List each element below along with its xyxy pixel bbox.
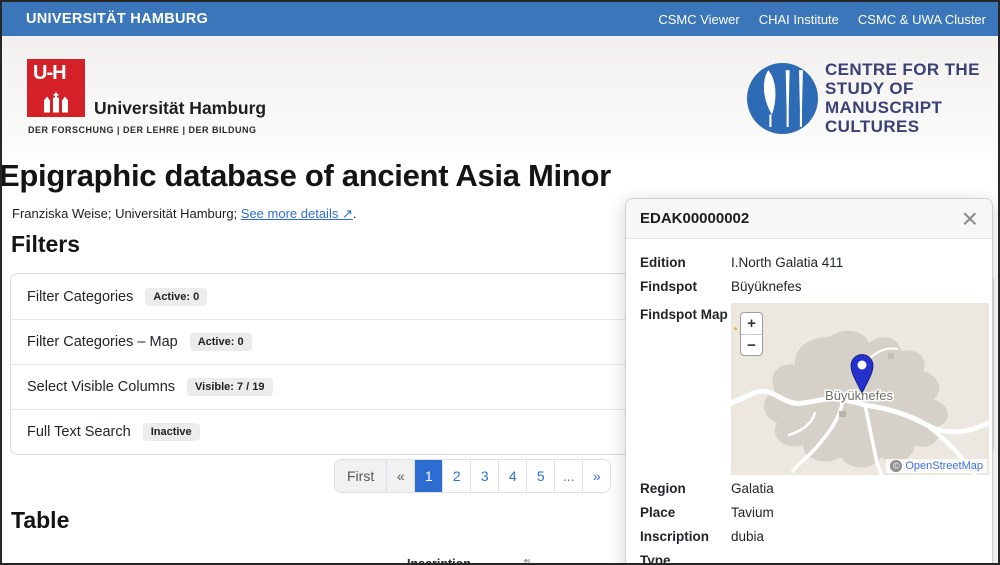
- csmc-line: CENTRE FOR THE: [825, 60, 980, 79]
- findspot-map[interactable]: Büyüknefes + − © OpenStreetMap: [731, 303, 989, 475]
- university-brand: UNIVERSITÄT HAMBURG: [26, 11, 209, 27]
- page-2-button[interactable]: 2: [442, 460, 471, 492]
- byline-text: Franziska Weise; Universität Hamburg;: [12, 206, 241, 221]
- page-prev-button[interactable]: «: [386, 460, 415, 492]
- field-findspot: Findspot Büyüknefes: [640, 275, 987, 299]
- field-label: Inscription Type: [640, 529, 710, 565]
- active-count-badge: Active: 0: [145, 287, 208, 306]
- pagination: First « 1 2 3 4 5 ... »: [334, 459, 612, 493]
- record-detail-panel: EDAK00000002 × Edition I.North Galatia 4…: [625, 198, 993, 565]
- field-label: Findspot Map: [640, 307, 728, 322]
- uhh-logo: U-H: [27, 59, 85, 117]
- see-more-details-link[interactable]: See more details ↗: [241, 206, 353, 221]
- uhh-monogram: U-H: [33, 62, 67, 84]
- csmc-line: CULTURES: [825, 117, 920, 136]
- panel-body: Edition I.North Galatia 411 Findspot Büy…: [626, 239, 992, 565]
- inactive-badge: Inactive: [142, 423, 200, 441]
- page-ellipsis: ...: [554, 460, 583, 492]
- nav-link-csmc-viewer[interactable]: CSMC Viewer: [658, 12, 739, 27]
- nav-link-chai-institute[interactable]: CHAI Institute: [759, 12, 839, 27]
- field-label: Place: [640, 505, 676, 520]
- filters-heading: Filters: [11, 231, 81, 257]
- accordion-label: Filter Categories – Map: [27, 334, 178, 350]
- nav-link-csmc-uwa-cluster[interactable]: CSMC & UWA Cluster: [858, 12, 986, 27]
- field-value: I.North Galatia 411: [731, 255, 844, 270]
- field-inscription-type: Inscription Type dubia: [640, 525, 987, 565]
- screenshot-frame: UNIVERSITÄT HAMBURG CSMC Viewer CHAI Ins…: [0, 0, 1000, 565]
- field-findspot-map: Findspot Map Büyüknefes + − © OpenStreet…: [640, 303, 989, 475]
- quill-pens-icon: [763, 70, 803, 127]
- field-value: Büyüknefes: [731, 279, 802, 294]
- csmc-wordmark: CENTRE FOR THE STUDY OF MANUSCRIPT CULTU…: [825, 60, 980, 136]
- logo-band: U-H Universität Hamburg DER FORSCHUNG | …: [2, 36, 998, 160]
- accordion-label: Full Text Search: [27, 424, 131, 440]
- page-next-button[interactable]: »: [582, 460, 611, 492]
- copyright-icon: ©: [890, 460, 903, 472]
- openstreetmap-link[interactable]: OpenStreetMap: [905, 460, 983, 472]
- hamburg-castle-icon: [44, 92, 68, 113]
- field-value: Galatia: [731, 481, 774, 496]
- byline: Franziska Weise; Universität Hamburg; Se…: [12, 206, 356, 222]
- field-label: Edition: [640, 255, 686, 270]
- column-header-inscription[interactable]: Inscription: [407, 557, 471, 563]
- csmc-logo: [747, 63, 818, 134]
- field-value: Tavium: [731, 505, 774, 520]
- accordion-label: Select Visible Columns: [27, 379, 176, 395]
- page-1-button[interactable]: 1: [414, 460, 443, 492]
- map-attribution: © OpenStreetMap: [886, 459, 987, 473]
- active-count-badge: Active: 0: [189, 333, 252, 351]
- field-label: Findspot: [640, 279, 697, 294]
- byline-period: .: [352, 206, 357, 221]
- page-first-button[interactable]: First: [335, 460, 387, 492]
- visible-count-badge: Visible: 7 / 19: [187, 378, 273, 396]
- map-zoom-control: + −: [740, 312, 763, 356]
- close-icon[interactable]: ×: [962, 204, 978, 232]
- field-value: dubia: [731, 529, 765, 544]
- page-3-button[interactable]: 3: [470, 460, 499, 492]
- field-edition: Edition I.North Galatia 411: [640, 251, 987, 275]
- field-place: Place Tavium: [640, 501, 987, 525]
- field-region: Region Galatia: [640, 477, 987, 501]
- uhh-name: Universität Hamburg: [94, 98, 267, 118]
- accordion-label: Filter Categories: [27, 288, 134, 305]
- field-label: Region: [640, 481, 686, 496]
- top-navbar: UNIVERSITÄT HAMBURG CSMC Viewer CHAI Ins…: [2, 2, 998, 36]
- uhh-tagline: DER FORSCHUNG | DER LEHRE | DER BILDUNG: [28, 125, 257, 135]
- record-id: EDAK00000002: [640, 210, 750, 227]
- csmc-line: STUDY OF: [825, 79, 914, 98]
- zoom-in-button[interactable]: +: [741, 313, 762, 334]
- map-tiles: Büyüknefes: [731, 303, 989, 475]
- table-heading: Table: [11, 507, 70, 533]
- page-title: Epigraphic database of ancient Asia Mino…: [0, 158, 611, 193]
- csmc-line: MANUSCRIPT: [825, 98, 943, 117]
- page-5-button[interactable]: 5: [526, 460, 555, 492]
- page-4-button[interactable]: 4: [498, 460, 527, 492]
- table-header-partial[interactable]: Inscription ⇅: [407, 557, 532, 563]
- panel-header: EDAK00000002 ×: [626, 199, 992, 239]
- sort-icon[interactable]: ⇅: [523, 557, 532, 563]
- zoom-out-button[interactable]: −: [741, 334, 762, 355]
- map-place-label: Büyüknefes: [825, 388, 893, 403]
- navbar-links: CSMC Viewer CHAI Institute CSMC & UWA Cl…: [658, 12, 986, 27]
